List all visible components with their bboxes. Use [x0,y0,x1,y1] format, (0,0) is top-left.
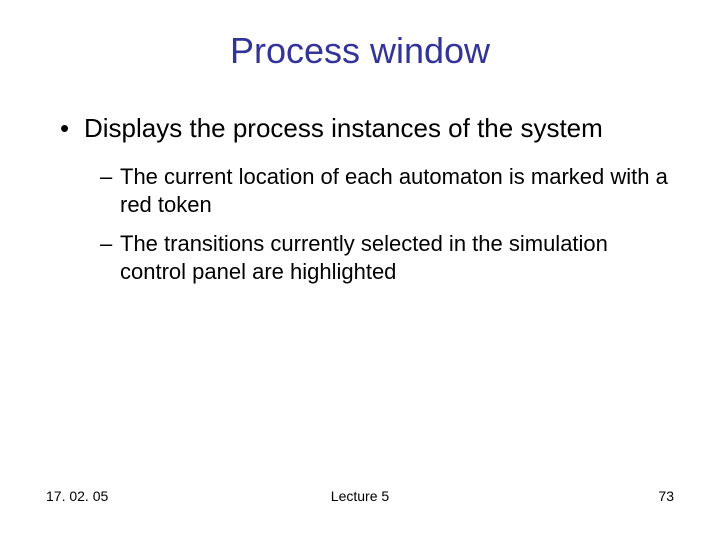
bullet-level1: Displays the process instances of the sy… [60,112,680,145]
footer-lecture: Lecture 5 [255,488,464,504]
slide-footer: 17. 02. 05 Lecture 5 73 [40,488,680,510]
slide-content: Displays the process instances of the sy… [40,112,680,488]
bullet-level2: The transitions currently selected in th… [100,230,680,287]
footer-date: 17. 02. 05 [46,488,255,504]
slide: Process window Displays the process inst… [0,0,720,540]
footer-page-number: 73 [465,488,674,504]
bullet-level2: The current location of each automaton i… [100,163,680,220]
slide-title: Process window [40,30,680,72]
